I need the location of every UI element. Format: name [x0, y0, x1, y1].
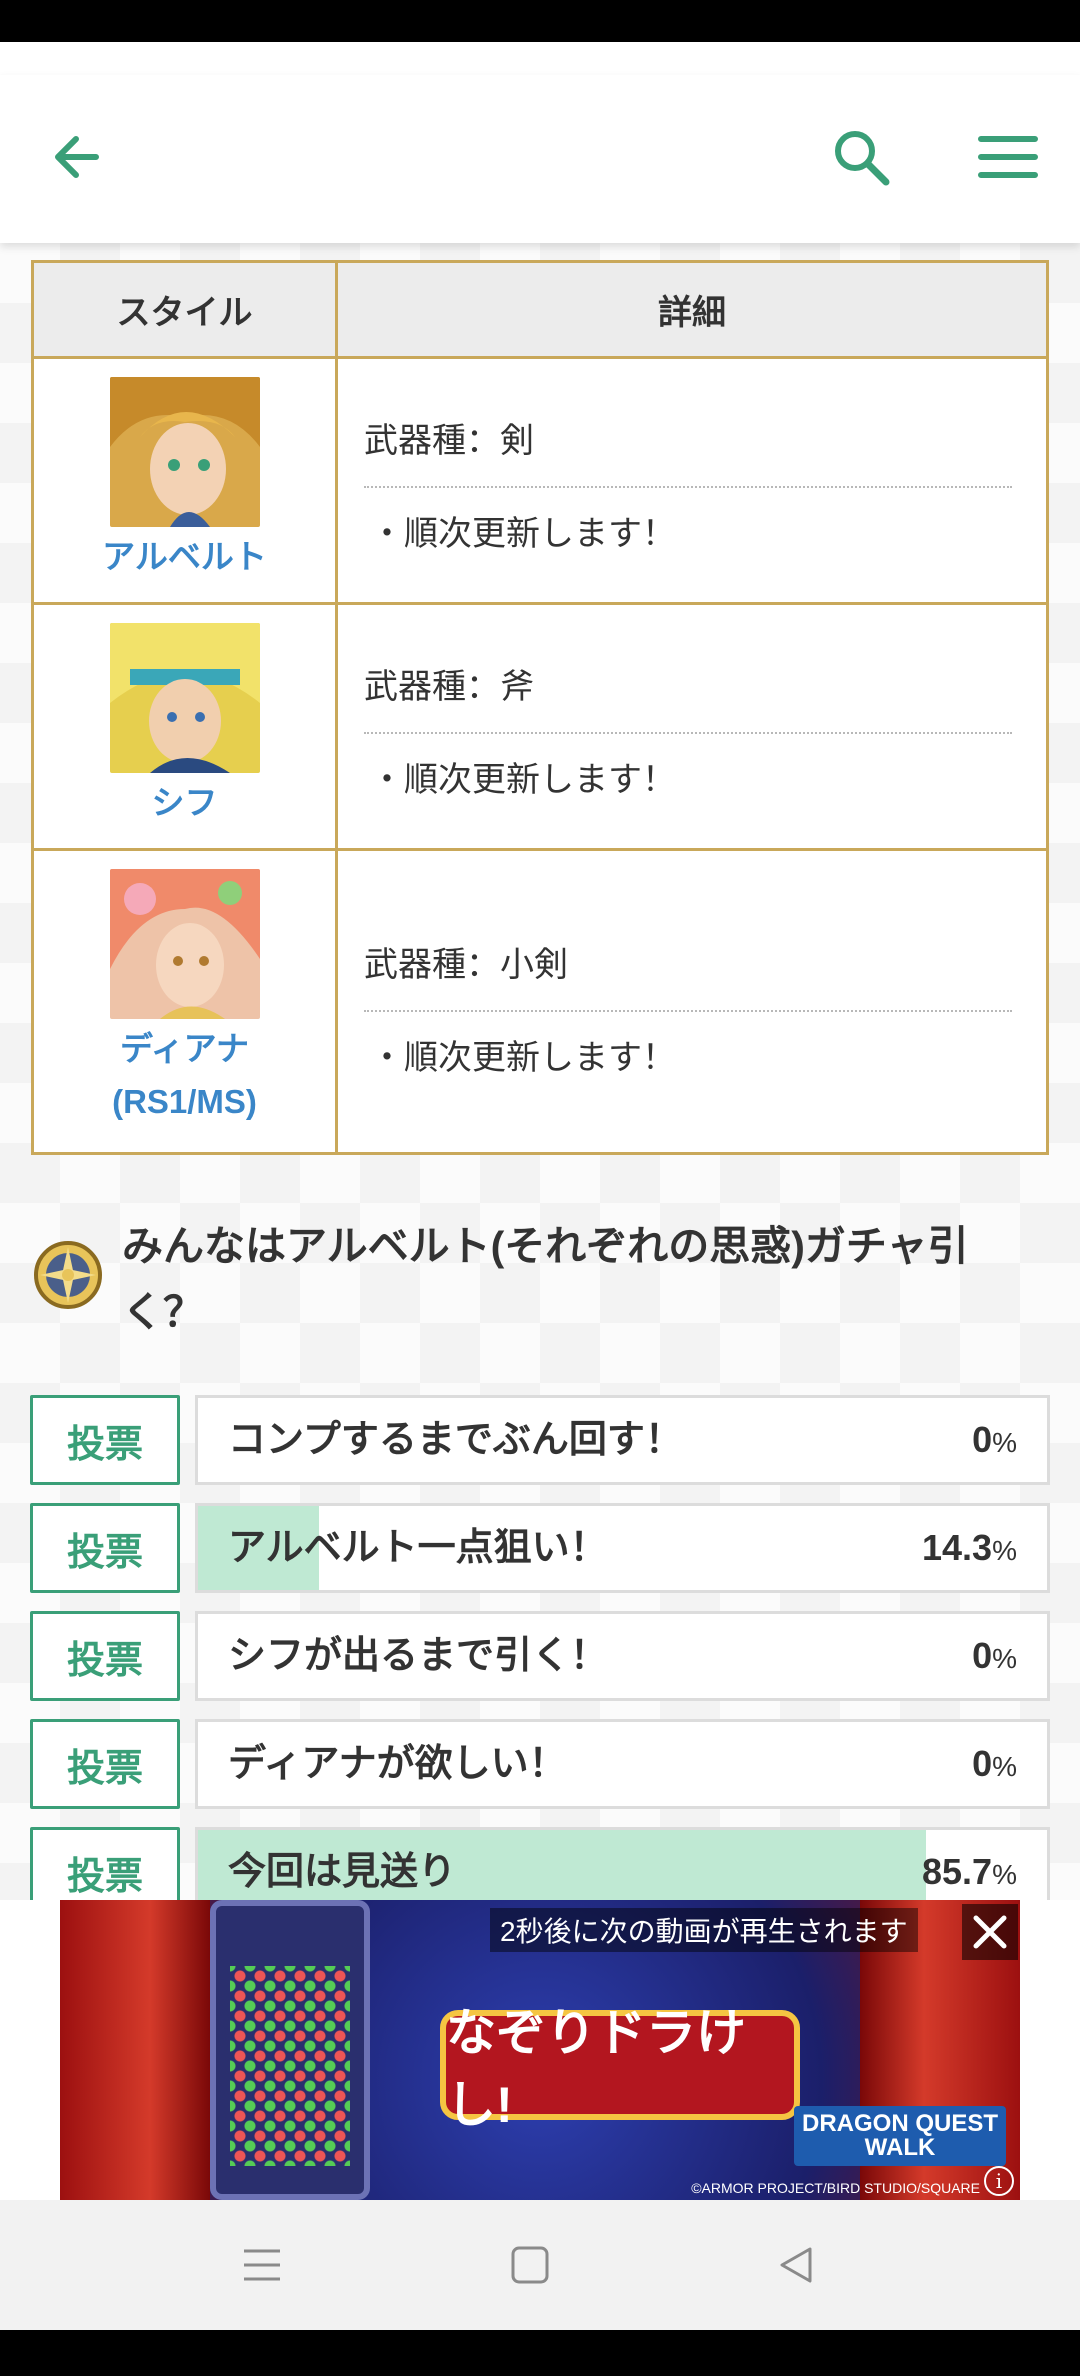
table-row: アルベルト 武器種：剣 ・順次更新します！	[31, 356, 1049, 605]
option-percent: 14.3%	[922, 1527, 1017, 1568]
poll-header: みんなはアルベルト(それぞれの思惑)ガチャ引く？	[30, 1213, 1050, 1343]
character-cell: シフ	[31, 602, 338, 851]
option-label: ディアナが欲しい！	[228, 1743, 567, 1785]
poll-result-bar: 今回は見送り 85.7%	[195, 1827, 1050, 1900]
poll-option: 投票 今回は見送り 85.7%	[30, 1827, 1050, 1900]
app-header	[0, 75, 1080, 243]
ad-credit: ©ARMOR PROJECT/BIRD STUDIO/SQUARE	[691, 2180, 980, 2196]
option-label: シフが出るまで引く！	[228, 1635, 609, 1677]
column-header-detail: 詳細	[335, 260, 1049, 359]
poll-option: 投票 コンプするまでぶん回す！ 0%	[30, 1395, 1050, 1485]
character-name[interactable]: アルベルト	[34, 531, 335, 584]
option-percent: 0%	[972, 1743, 1017, 1784]
update-note: ・順次更新します！	[370, 1039, 676, 1077]
character-cell: ディアナ (RS1/MS)	[31, 848, 338, 1155]
table-header-row: スタイル 詳細	[31, 260, 1049, 359]
recent-apps-icon[interactable]	[242, 2245, 282, 2289]
close-icon[interactable]	[962, 1904, 1018, 1960]
update-note: ・順次更新します！	[370, 761, 676, 799]
vote-button[interactable]: 投票	[30, 1503, 180, 1593]
ad-container: なぞりドラけし! 2秒後に次の動画が再生されます DRAGON QUEST WA…	[0, 1900, 1080, 2200]
vote-button[interactable]: 投票	[30, 1611, 180, 1701]
character-name[interactable]: ディアナ	[34, 1023, 335, 1076]
poll-option: 投票 ディアナが欲しい！ 0%	[30, 1719, 1050, 1809]
vote-button[interactable]: 投票	[30, 1827, 180, 1900]
vote-button[interactable]: 投票	[30, 1719, 180, 1809]
weapon-type: 武器種：小剣	[364, 937, 1012, 1012]
detail-cell: 武器種：剣 ・順次更新します！	[335, 356, 1049, 605]
status-bar	[0, 0, 1080, 42]
poll-title: みんなはアルベルト(それぞれの思惑)ガチャ引く？	[122, 1223, 969, 1335]
home-icon[interactable]	[510, 2245, 550, 2289]
character-subname[interactable]: (RS1/MS)	[34, 1076, 335, 1129]
character-name[interactable]: シフ	[34, 777, 335, 830]
ad-brand-logo: DRAGON QUEST WALK	[793, 2106, 1006, 2166]
table-row: シフ 武器種：斧 ・順次更新します！	[31, 602, 1049, 851]
style-table: スタイル 詳細 アルベルト 武器種：剣 ・順次更新します！ シフ 武器種：斧 ・…	[31, 260, 1049, 1155]
arrow-left-icon[interactable]	[50, 129, 106, 189]
poll-result-bar: シフが出るまで引く！ 0%	[195, 1611, 1050, 1701]
option-percent: 85.7%	[922, 1851, 1017, 1892]
vote-button[interactable]: 投票	[30, 1395, 180, 1485]
table-row: ディアナ (RS1/MS) 武器種：小剣 ・順次更新します！	[31, 848, 1049, 1155]
system-nav-bar	[0, 2200, 1080, 2330]
article-content: スタイル 詳細 アルベルト 武器種：剣 ・順次更新します！ シフ 武器種：斧 ・…	[0, 243, 1080, 1900]
ad-phone-image	[210, 1900, 370, 2200]
column-header-style: スタイル	[31, 260, 338, 359]
back-nav-icon[interactable]	[776, 2245, 816, 2289]
poll-result-bar: コンプするまでぶん回す！ 0%	[195, 1395, 1050, 1485]
option-percent: 0%	[972, 1419, 1017, 1460]
sif-portrait[interactable]	[109, 623, 260, 773]
poll-result-bar: ディアナが欲しい！ 0%	[195, 1719, 1050, 1809]
ad-curtain-left	[60, 1900, 210, 2200]
ad-brand-line1: DRAGON QUEST	[801, 2110, 998, 2137]
character-cell: アルベルト	[31, 356, 338, 605]
option-label: コンプするまでぶん回す！	[228, 1419, 683, 1461]
weapon-type: 武器種：剣	[364, 413, 1012, 488]
option-label: 今回は見送り	[228, 1851, 457, 1893]
ad-notice: 2秒後に次の動画が再生されます	[490, 1908, 918, 1952]
update-note: ・順次更新します！	[370, 515, 676, 553]
poll-result-bar: アルベルト一点狙い！ 14.3%	[195, 1503, 1050, 1593]
ad-logo: なぞりドラけし!	[440, 2005, 800, 2133]
poll-option: 投票 シフが出るまで引く！ 0%	[30, 1611, 1050, 1701]
ad-banner[interactable]: なぞりドラけし! 2秒後に次の動画が再生されます DRAGON QUEST WA…	[60, 1900, 1020, 2200]
option-percent: 0%	[972, 1635, 1017, 1676]
option-label: アルベルト一点狙い！	[228, 1527, 608, 1569]
poll-option: 投票 アルベルト一点狙い！ 14.3%	[30, 1503, 1050, 1593]
bottom-bezel	[0, 2330, 1080, 2376]
diana-portrait[interactable]	[109, 869, 260, 1019]
hamburger-menu-icon[interactable]	[978, 134, 1038, 184]
ad-brand-line2: WALK	[864, 2134, 936, 2161]
detail-cell: 武器種：小剣 ・順次更新します！	[335, 848, 1049, 1155]
ad-logo-text: なぞりドラけし!	[446, 2005, 746, 2133]
detail-cell: 武器種：斧 ・順次更新します！	[335, 602, 1049, 851]
albert-portrait[interactable]	[109, 377, 260, 527]
compass-icon	[34, 1241, 102, 1309]
info-icon[interactable]: i	[984, 2166, 1014, 2196]
search-icon[interactable]	[830, 126, 892, 192]
weapon-type: 武器種：斧	[364, 659, 1012, 734]
